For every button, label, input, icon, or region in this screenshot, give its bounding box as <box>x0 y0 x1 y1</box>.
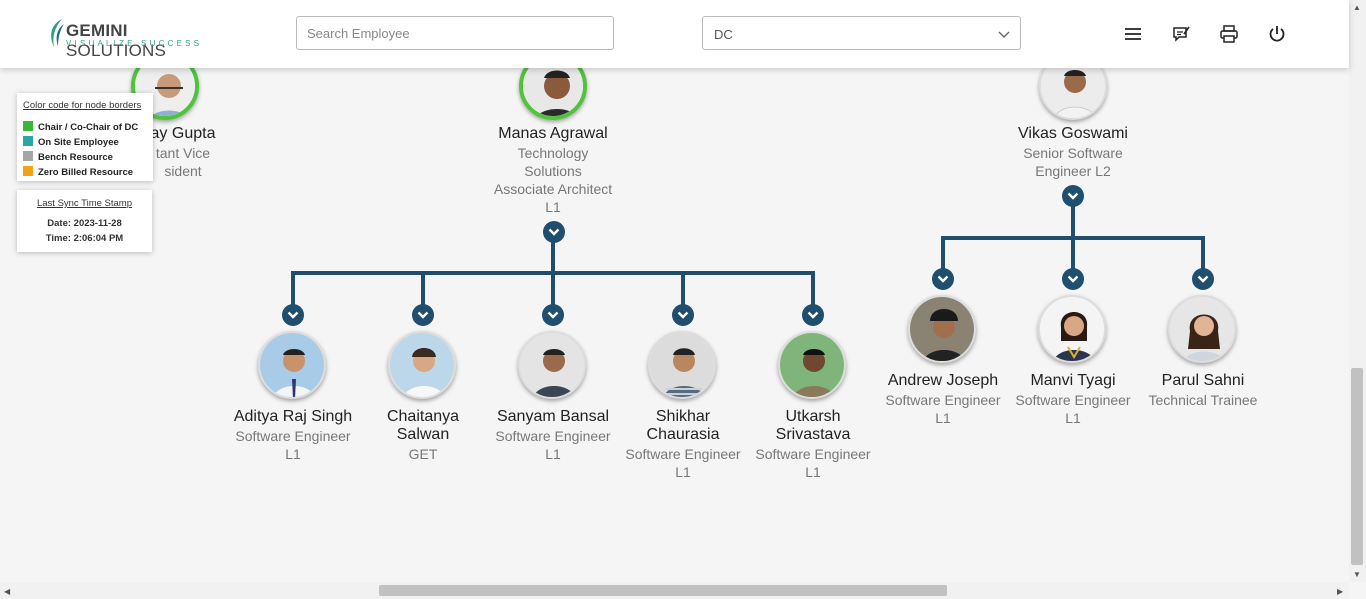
node-role-line: L1 <box>935 410 951 426</box>
expand-node-button[interactable] <box>542 304 564 326</box>
node-name: Vikas Goswami <box>1018 125 1128 142</box>
node-name: Manvi Tyagi <box>1030 372 1116 389</box>
node-role-line: Senior Software <box>1023 145 1123 161</box>
legend-item-onsite: On Site Employee <box>23 136 119 148</box>
node-name: Aditya Raj Singh <box>233 408 353 425</box>
top-header: GEMINI SOLUTIONS VISUALIZE SUCCESS DC <box>0 0 1349 68</box>
chevron-down-icon <box>1067 275 1079 283</box>
node-name: Manas Agrawal <box>498 125 608 142</box>
legend-swatch <box>23 136 33 146</box>
node-role-line: L1 <box>675 464 691 480</box>
node-role-line: L1 <box>285 446 301 462</box>
avatar[interactable] <box>518 331 586 399</box>
node-name: Srivastava <box>775 426 851 443</box>
avatar[interactable] <box>1168 295 1236 363</box>
node-role-line: GET <box>408 446 438 462</box>
node-role-line: L1 <box>805 464 821 480</box>
sync-date: Date: 2023-11-28 <box>47 218 122 229</box>
scroll-down-arrow-icon[interactable]: ▼ <box>1353 570 1361 579</box>
sync-time: Time: 2:06:04 PM <box>45 233 124 244</box>
node-name: Sanyam Bansal <box>496 408 610 425</box>
node-role-line: L1 <box>545 199 561 215</box>
expand-node-button[interactable] <box>412 304 434 326</box>
vertical-scrollbar-thumb[interactable] <box>1351 368 1363 565</box>
node-role-line: Software Engineer <box>1015 392 1131 408</box>
node-role-line: Solutions <box>524 163 582 179</box>
expand-node-button[interactable] <box>932 268 954 290</box>
expand-node-button[interactable] <box>1062 185 1084 207</box>
avatar[interactable] <box>1038 295 1106 363</box>
node-name: Salwan <box>396 426 450 443</box>
node-role-line: L1 <box>1065 410 1081 426</box>
node-role-line: Software Engineer <box>885 392 1001 408</box>
node-name: Chaurasia <box>646 426 720 443</box>
expand-node-button[interactable] <box>282 304 304 326</box>
logo-tagline: VISUALIZE SUCCESS <box>66 39 203 48</box>
avatar[interactable] <box>778 331 846 399</box>
chevron-down-icon <box>547 311 559 319</box>
node-role-line: Software Engineer <box>235 428 351 444</box>
node-role-line: Technology <box>517 145 589 161</box>
color-code-legend: Color code for node borders Chair / Co-C… <box>17 93 153 181</box>
legend-swatch <box>23 121 33 131</box>
chevron-down-icon <box>548 228 560 236</box>
chevron-down-icon <box>1067 192 1079 200</box>
company-logo[interactable]: GEMINI SOLUTIONS VISUALIZE SUCCESS <box>46 18 216 60</box>
node-role-line: Associate Architect <box>493 181 613 197</box>
sync-title: Last Sync Time Stamp <box>36 198 133 209</box>
legend-swatch <box>23 151 33 161</box>
feedback-icon[interactable] <box>1171 24 1191 44</box>
avatar[interactable] <box>258 331 326 399</box>
node-name: Andrew Joseph <box>887 372 999 389</box>
legend-item-zero-billed: Zero Billed Resource <box>23 166 133 178</box>
node-name: Shikhar <box>655 408 711 425</box>
node-role-line: Technical Trainee <box>1148 392 1258 408</box>
logo-leaf-icon <box>51 19 64 47</box>
horizontal-scrollbar-thumb[interactable] <box>379 585 947 596</box>
dc-select-value: DC <box>714 27 733 42</box>
avatar[interactable] <box>908 295 976 363</box>
node-role-line: Software Engineer <box>625 446 741 462</box>
expand-node-button[interactable] <box>1062 268 1084 290</box>
scroll-right-arrow-icon[interactable]: ▶ <box>1337 587 1343 596</box>
legend-swatch <box>23 166 33 176</box>
avatar[interactable] <box>388 331 456 399</box>
chevron-down-icon <box>937 275 949 283</box>
expand-node-button[interactable] <box>802 304 824 326</box>
scroll-up-arrow-icon[interactable]: ▲ <box>1353 3 1361 12</box>
chevron-down-icon <box>287 311 299 319</box>
chevron-down-icon <box>677 311 689 319</box>
chevron-down-icon <box>998 31 1010 38</box>
node-role-line: Software Engineer <box>755 446 871 462</box>
legend-title: Color code for node borders <box>23 100 142 111</box>
node-role-line: L1 <box>545 446 561 462</box>
node-name: Parul Sahni <box>1161 372 1245 389</box>
search-employee-input[interactable] <box>296 16 614 50</box>
avatar[interactable] <box>648 331 716 399</box>
legend-item-bench: Bench Resource <box>23 151 113 163</box>
expand-node-button[interactable] <box>543 221 565 243</box>
last-sync-panel: Last Sync Time Stamp Date: 2023-11-28 Ti… <box>17 190 152 252</box>
expand-node-button[interactable] <box>672 304 694 326</box>
dc-select[interactable]: DC <box>702 16 1021 50</box>
node-name: Utkarsh <box>785 408 841 425</box>
node-name: Chaitanya <box>386 408 460 425</box>
power-icon[interactable] <box>1267 24 1287 44</box>
org-chart-connectors <box>291 196 1205 314</box>
chevron-down-icon <box>1197 275 1209 283</box>
expand-node-button[interactable] <box>1192 268 1214 290</box>
chevron-down-icon <box>807 311 819 319</box>
menu-icon[interactable] <box>1123 24 1143 44</box>
print-icon[interactable] <box>1219 24 1239 44</box>
node-role-line: Engineer L2 <box>1035 163 1111 179</box>
chevron-down-icon <box>417 311 429 319</box>
node-role-line: Software Engineer <box>495 428 611 444</box>
legend-item-chair: Chair / Co-Chair of DC <box>23 121 138 133</box>
scroll-left-arrow-icon[interactable]: ◀ <box>4 587 10 596</box>
